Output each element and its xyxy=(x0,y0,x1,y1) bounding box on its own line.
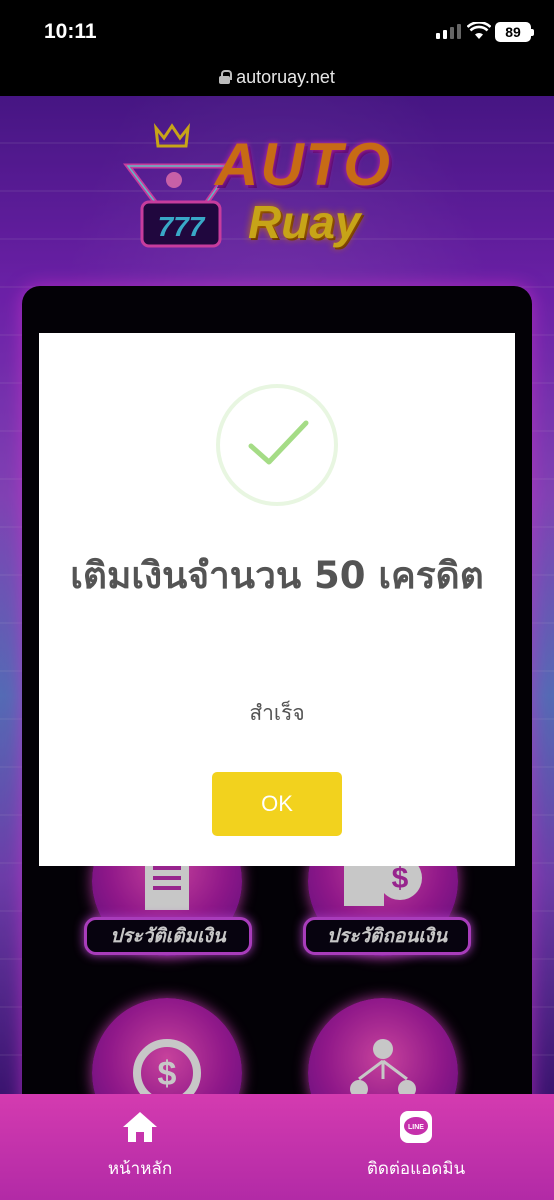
checkmark-icon xyxy=(216,384,338,506)
status-time: 10:11 xyxy=(44,20,97,43)
battery-indicator: 89 xyxy=(495,22,534,42)
cellular-signal-icon xyxy=(436,24,461,39)
lock-icon xyxy=(219,70,233,84)
nav-home[interactable]: หน้าหลัก xyxy=(98,1110,182,1182)
svg-text:LINE: LINE xyxy=(408,1124,424,1131)
nav-contact-admin[interactable]: LINE ติดต่อแอดมิน xyxy=(356,1110,476,1182)
status-bar: 10:11 89 xyxy=(0,0,554,58)
url-text: autoruay.net xyxy=(236,66,335,87)
nav-contact-admin-label: ติดต่อแอดมิน xyxy=(366,1159,466,1179)
bottom-navigation: หน้าหลัก LINE ติดต่อแอดมิน xyxy=(0,1094,554,1200)
home-icon xyxy=(123,1112,157,1142)
modal-title: เติมเงินจำนวน 50 เครดิต xyxy=(70,554,484,597)
address-bar[interactable]: autoruay.net xyxy=(0,58,554,96)
line-chat-icon: LINE xyxy=(400,1111,432,1143)
modal-message: สำเร็จ xyxy=(249,701,305,725)
nav-home-label: หน้าหลัก xyxy=(107,1159,173,1179)
success-modal: เติมเงินจำนวน 50 เครดิต สำเร็จ OK xyxy=(39,333,515,866)
ok-button[interactable]: OK xyxy=(212,772,342,836)
wifi-icon xyxy=(467,22,491,39)
